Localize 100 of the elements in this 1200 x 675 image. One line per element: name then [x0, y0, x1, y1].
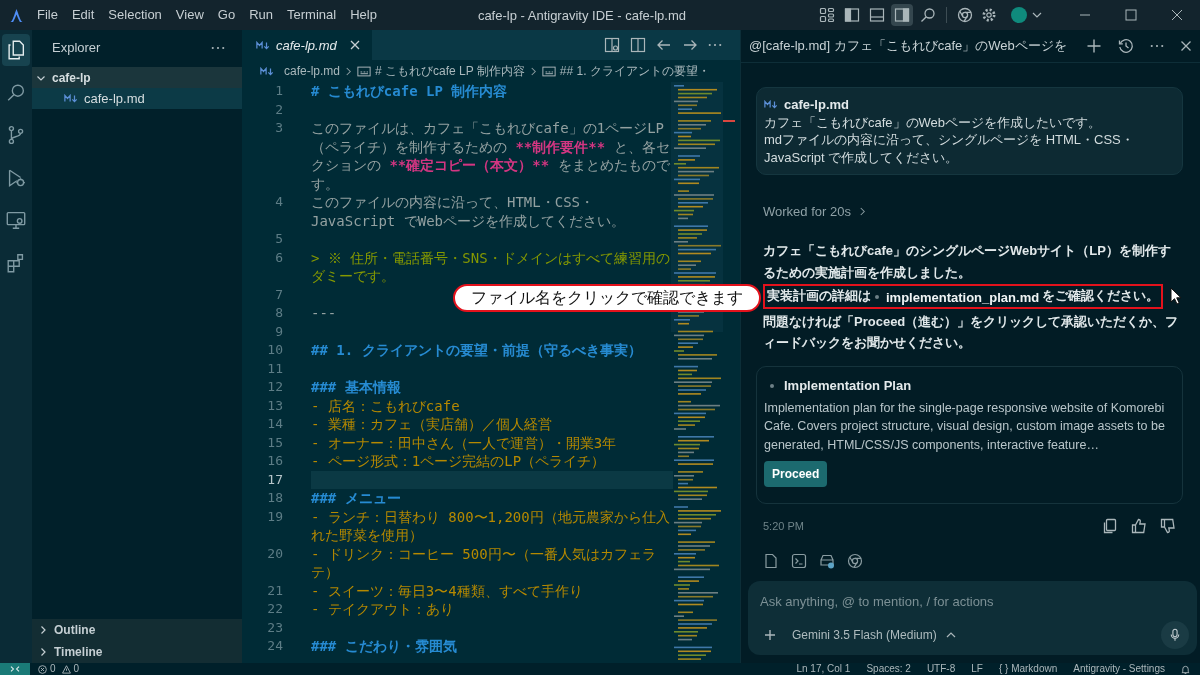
- chevron-right-icon: [858, 207, 866, 216]
- browser-icon[interactable]: [847, 553, 863, 569]
- drive-icon[interactable]: [819, 553, 835, 569]
- collapsed-section[interactable]: Timeline: [32, 641, 242, 663]
- line-number: 6: [274, 248, 283, 267]
- plus-icon[interactable]: [1086, 38, 1102, 54]
- file-icon[interactable]: [763, 553, 779, 569]
- artifact-description: Implementation plan for the single-page responsive website of Komorebi Cafe. Covers project structure, visual design, custom image assets to be generated, HTML/CSS/JS components, interactive feature…: [764, 399, 1166, 454]
- history-icon[interactable]: [1118, 38, 1134, 54]
- breadcrumb-item[interactable]: # こもれびcafe LP 制作内容: [375, 62, 525, 80]
- folder-row[interactable]: cafe-lp: [32, 67, 242, 88]
- status-item[interactable]: UTF-8: [918, 663, 964, 675]
- status-item[interactable]: Ln 17, Col 1: [788, 663, 859, 675]
- reply-text: 実装計画の詳細は: [767, 288, 871, 303]
- code-line: - ランチ：日替わり 800〜1,200円（地元農家から仕入れた野菜を使用）: [311, 507, 671, 545]
- bell-icon[interactable]: [1181, 664, 1190, 674]
- code-line: ## 1. クライアントの要望・前提（守るべき事実）: [311, 341, 642, 360]
- line-number: 24: [266, 637, 283, 655]
- line-number: 13: [266, 396, 283, 415]
- line-number: 12: [266, 378, 283, 396]
- markdown-icon: [764, 100, 778, 110]
- breadcrumb-item[interactable]: ## 1. クライアントの要望・: [559, 62, 710, 80]
- file-row[interactable]: cafe-lp.md: [32, 88, 242, 109]
- account-avatar-icon[interactable]: [1011, 7, 1027, 23]
- plus-icon: [764, 629, 776, 641]
- menu-item[interactable]: Run: [242, 5, 280, 25]
- chevron-down-icon[interactable]: [1032, 12, 1042, 18]
- warning-icon[interactable]: [61, 664, 71, 674]
- more-icon[interactable]: [1150, 44, 1164, 48]
- search-icon[interactable]: [920, 7, 936, 23]
- model-selector[interactable]: Gemini 3.5 Flash (Medium): [792, 628, 956, 642]
- more-icon[interactable]: [211, 45, 225, 50]
- worked-for-toggle[interactable]: Worked for 20s: [756, 203, 873, 220]
- error-icon[interactable]: [38, 664, 47, 674]
- line-number: 22: [266, 600, 283, 618]
- thumbs-up-icon[interactable]: [1131, 518, 1147, 534]
- symbol-string-icon: [357, 65, 372, 77]
- status-item[interactable]: { } Markdown: [990, 663, 1066, 675]
- status-item[interactable]: Antigravity - Settings: [1065, 663, 1173, 675]
- line-number: 11: [266, 359, 283, 378]
- code-line: ### こだわり・雰囲気: [311, 637, 457, 656]
- layout-toggle-button[interactable]: [891, 4, 913, 26]
- split-editor-icon[interactable]: [630, 37, 646, 53]
- status-item[interactable]: Spaces: 2: [858, 663, 919, 675]
- attachment-name[interactable]: cafe-lp.md: [784, 97, 849, 113]
- browser-icon[interactable]: [957, 7, 973, 23]
- error-count[interactable]: 0: [50, 663, 56, 675]
- line-number: 20: [266, 544, 283, 563]
- line-number: 3: [274, 119, 283, 137]
- markdown-icon: [64, 94, 78, 103]
- sidebar-left-icon: [844, 7, 860, 23]
- close-icon[interactable]: [1180, 40, 1192, 52]
- section-label: Timeline: [54, 645, 103, 659]
- copy-icon[interactable]: [1102, 518, 1118, 534]
- more-icon[interactable]: [708, 43, 722, 47]
- activity-button[interactable]: [2, 34, 30, 66]
- code-line: - テイクアウト：あり: [311, 600, 454, 619]
- thumbs-down-icon[interactable]: [1160, 518, 1176, 534]
- close-icon[interactable]: [348, 39, 361, 51]
- menu-item[interactable]: Help: [343, 5, 384, 25]
- editor-tab[interactable]: cafe-lp.md: [242, 30, 372, 60]
- menu-item[interactable]: Terminal: [280, 5, 344, 25]
- menu-item[interactable]: Go: [210, 5, 243, 25]
- collapsed-section[interactable]: Outline: [32, 619, 242, 641]
- maximize-icon: [1125, 9, 1137, 21]
- menu-item[interactable]: Edit: [64, 5, 102, 25]
- section-label: Outline: [54, 623, 96, 637]
- line-number: 15: [266, 433, 283, 452]
- menu-item[interactable]: File: [30, 5, 65, 25]
- message-text: カフェ「こもれびcafe」のWebページを作成したいです。: [764, 113, 1103, 131]
- line-number: 21: [266, 581, 283, 600]
- proceed-button[interactable]: Proceed: [764, 461, 828, 487]
- line-number: 16: [266, 452, 283, 470]
- breadcrumb-item[interactable]: cafe-lp.md: [284, 64, 341, 78]
- remote-button[interactable]: [0, 663, 30, 675]
- microphone-button[interactable]: [1161, 621, 1189, 649]
- bullet-icon: [769, 382, 775, 389]
- code-line: - ページ形式：1ページ完結のLP（ペライチ）: [311, 452, 606, 471]
- bullet-icon: [874, 294, 880, 300]
- markdown-icon: [256, 40, 270, 50]
- artifact-title[interactable]: Implementation Plan: [784, 378, 912, 393]
- status-item[interactable]: LF: [963, 663, 991, 675]
- menu-item[interactable]: Selection: [101, 5, 169, 25]
- chat-input[interactable]: Ask anything, @ to mention, / for actions: [760, 591, 1189, 611]
- tab-label: cafe-lp.md: [276, 37, 337, 53]
- menu-item[interactable]: View: [168, 5, 211, 25]
- code-line: - 業種：カフェ（実店舗）／個人経営: [311, 415, 552, 434]
- chat-title: @[cafe-lp.md] カフェ「こもれびcafe」のWebページを: [749, 37, 1068, 55]
- sidebar-title: Explorer: [52, 40, 101, 55]
- chevron-right-icon: [529, 66, 537, 76]
- settings-icon[interactable]: [981, 7, 997, 23]
- file-link[interactable]: implementation_plan.md: [874, 287, 1040, 307]
- terminal-icon[interactable]: [791, 553, 807, 569]
- preview-icon[interactable]: [604, 37, 620, 53]
- code-line: ### 基本情報: [311, 378, 401, 397]
- line-number: 7: [274, 285, 283, 304]
- annotation-callout: ファイル名をクリックで確認できます: [453, 284, 761, 312]
- window-title: cafe-lp - Antigravity IDE - cafe-lp.md: [477, 7, 686, 23]
- warning-count[interactable]: 0: [73, 663, 80, 675]
- chat-input-field[interactable]: Ask anything, @ to mention, / for actions Gemini 3.5 Flash (Medium): [748, 581, 1197, 655]
